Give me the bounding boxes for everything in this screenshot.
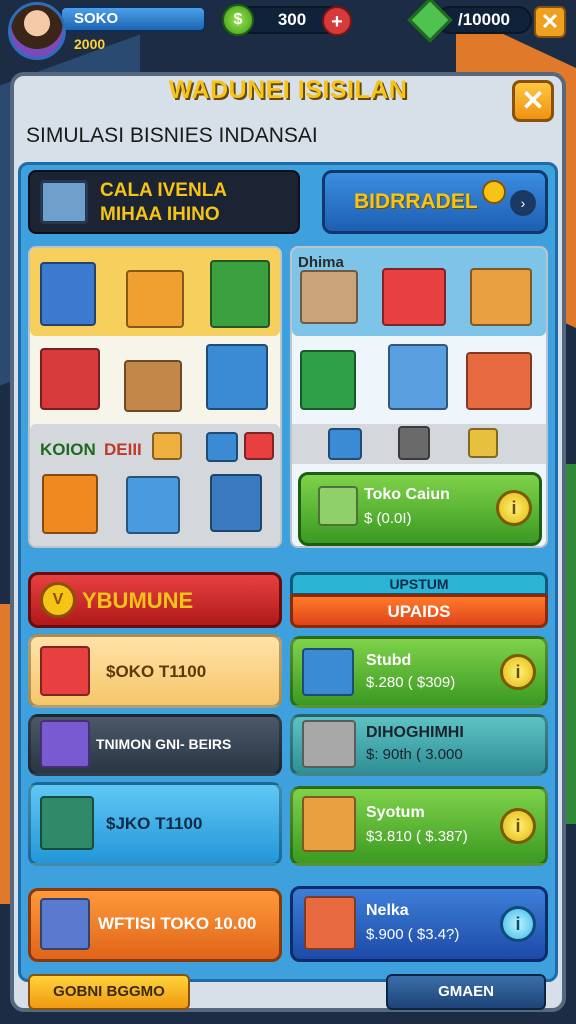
package-icon[interactable] — [466, 352, 532, 410]
cart-icon[interactable] — [382, 268, 446, 326]
food-box-icon[interactable] — [124, 360, 182, 412]
book-icon[interactable] — [300, 350, 356, 410]
package-icon[interactable] — [470, 268, 532, 326]
box-icon[interactable] — [328, 428, 362, 460]
shop-item-label: WFTISI TOKO 10.00 — [98, 914, 257, 933]
cash-register-icon — [40, 720, 90, 768]
box-icon[interactable] — [244, 432, 274, 460]
panel-title: WADUNEI ISISILAN — [168, 76, 408, 104]
info-button[interactable]: i — [496, 490, 532, 526]
book-icon[interactable] — [40, 348, 100, 410]
upgrade-item-title: DIHOGHIMHI — [366, 724, 464, 741]
player-avatar[interactable] — [8, 2, 66, 60]
gem-count: /10000 — [458, 10, 510, 29]
book-icon[interactable] — [126, 476, 180, 534]
add-coins-button[interactable]: + — [322, 6, 352, 36]
package-stack-icon — [302, 796, 356, 852]
upgrade-banner-caption: UPSTUM — [389, 576, 449, 592]
package-icon — [304, 896, 356, 950]
grid-label-koion: KOION — [40, 440, 96, 459]
shop-card-title: Toko Caiun — [364, 486, 450, 503]
upgrade-banner-label: UPAIDS — [387, 602, 451, 621]
coin-count: 300 — [277, 10, 307, 29]
book-stack-icon[interactable] — [210, 260, 270, 328]
shop-item-label: $JKO T1100 — [106, 814, 203, 833]
upgrade-item-price: $: 90th ( 3.000 — [366, 746, 463, 763]
cart-icon — [318, 486, 358, 526]
chevron-right-icon[interactable]: › — [510, 190, 536, 216]
shop-item-label: TNIMON GNI- BEIRS — [96, 736, 232, 752]
upgrade-item-price: $.280 ( $309) — [366, 674, 456, 691]
shop-card-price: $ (0.0I) — [364, 510, 412, 527]
grid-label-dhima: Dhima — [298, 254, 344, 271]
upgrade-item-title: Stubd — [366, 652, 412, 669]
shopping-basket-icon — [40, 646, 90, 696]
register-icon — [40, 180, 88, 224]
cart-icon — [40, 796, 94, 850]
trolley-icon[interactable] — [210, 474, 262, 532]
coin-icon: $ — [222, 4, 254, 36]
check-badge-icon: V — [40, 582, 76, 618]
bottom-left-button[interactable]: GOBNI BGGMO — [28, 974, 190, 1010]
box-icon[interactable] — [206, 432, 238, 462]
box-icon[interactable] — [126, 270, 184, 328]
info-button[interactable]: i — [500, 654, 536, 690]
tab-trade-label: BIDRRADEL — [354, 190, 478, 213]
storage-box-icon[interactable] — [206, 344, 268, 410]
category-banner-label: YBUMUNE — [82, 588, 194, 613]
book-icon[interactable] — [42, 474, 98, 534]
upgrade-item-price: $.900 ( $3.4?) — [366, 926, 460, 943]
info-button[interactable]: i — [500, 808, 536, 844]
close-icon[interactable]: ✕ — [534, 6, 566, 38]
shop-stall-icon — [40, 898, 90, 950]
close-panel-button[interactable]: ✕ — [512, 80, 554, 122]
box-icon[interactable] — [398, 426, 430, 460]
tab-category-label-2: MIHAA IHINO — [100, 204, 220, 225]
panel-subtitle: SIMULASI BISNIES INDANSAI — [26, 124, 318, 147]
computer-cart-icon[interactable] — [388, 344, 448, 410]
info-button[interactable]: i — [500, 906, 536, 942]
tab-category-label-1: CALA IVENLA — [100, 180, 228, 201]
bottom-right-button[interactable]: GMAEN — [386, 974, 546, 1010]
box-icon[interactable] — [468, 428, 498, 458]
upgrade-item-price: $3.810 ( $.387) — [366, 828, 468, 845]
upgrade-item-title: Syotum — [366, 804, 425, 821]
upgrade-item-title: Nelka — [366, 902, 409, 919]
player-name: SOKO — [74, 10, 119, 27]
storage-box-icon — [302, 648, 354, 696]
cart-icon[interactable] — [300, 270, 358, 324]
shop-stall-icon[interactable] — [40, 262, 96, 326]
shop-item-label: $OKO T1100 — [106, 662, 207, 681]
box-icon[interactable] — [152, 432, 182, 460]
grid-label-deiii: DEIII — [104, 440, 142, 459]
coin-badge-icon — [482, 180, 506, 204]
top-bar: SOKO 2000 300 $ + /10000 ✕ — [0, 0, 576, 60]
player-level: 2000 — [74, 36, 106, 52]
crate-icon — [302, 720, 356, 768]
